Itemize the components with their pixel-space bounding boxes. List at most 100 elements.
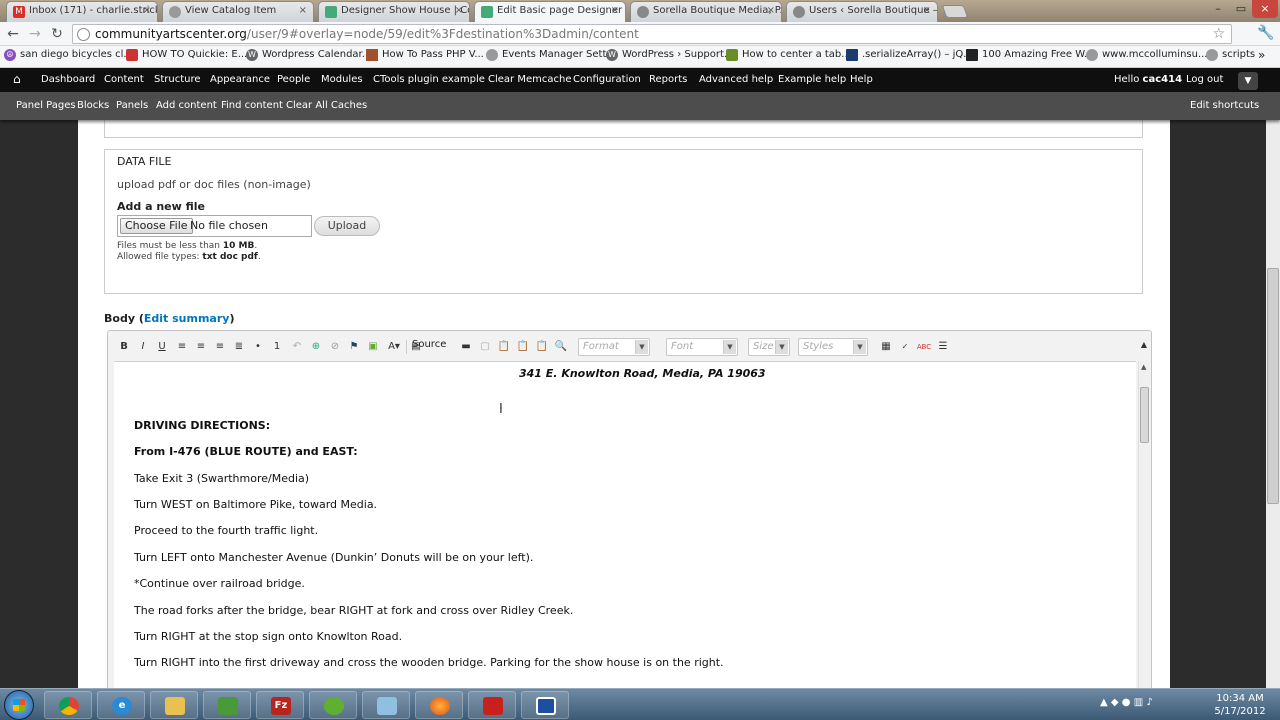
find-icon[interactable]: 🔍 xyxy=(553,339,569,355)
admin-menu-modules[interactable]: Modules xyxy=(321,74,363,85)
admin-menu-ctools[interactable]: CTools plugin example xyxy=(373,74,485,85)
admin-menu-content[interactable]: Content xyxy=(104,74,144,85)
username[interactable]: cac414 xyxy=(1143,74,1182,85)
forward-arrow-icon[interactable]: → xyxy=(26,25,44,43)
taskbar-filezilla[interactable]: Fz xyxy=(256,691,304,719)
text-color-icon[interactable]: A▾ xyxy=(384,339,404,355)
shortcut-find-content[interactable]: Find content xyxy=(221,100,283,111)
numbered-list-icon[interactable]: 1 xyxy=(269,339,285,355)
size-dropdown[interactable]: Size ▼ xyxy=(748,338,790,356)
shortcut-add-content[interactable]: Add content xyxy=(156,100,217,111)
spellcheck-icon[interactable]: ✓ xyxy=(897,339,913,355)
admin-menu-example-help[interactable]: Example help xyxy=(778,74,846,85)
taskbar-chrome[interactable] xyxy=(44,691,92,719)
choose-file-button[interactable]: Choose File xyxy=(120,218,193,234)
scroll-up-icon[interactable]: ▲ xyxy=(1141,363,1146,371)
edit-summary-link[interactable]: Edit summary xyxy=(144,312,230,325)
admin-menu-clear-memcache[interactable]: Clear Memcache xyxy=(488,74,571,85)
bookmark-item[interactable]: 100 Amazing Free W... xyxy=(966,49,1094,61)
bookmark-item[interactable]: HOW TO Quickie: E... xyxy=(126,49,247,61)
clock[interactable]: 10:34 AM 5/17/2012 xyxy=(1212,692,1268,718)
bookmark-star-icon[interactable]: ☆ xyxy=(1212,26,1225,42)
admin-menu-help[interactable]: Help xyxy=(850,74,873,85)
align-justify-icon[interactable]: ≣ xyxy=(231,339,247,355)
tab-gmail-inbox[interactable]: M Inbox (171) - charlie.strickl × xyxy=(6,1,158,22)
tab-edit-basic-page[interactable]: Edit Basic page Designer Sh × xyxy=(474,1,626,22)
editor-scroll-thumb[interactable] xyxy=(1140,387,1149,443)
bulleted-list-icon[interactable]: • xyxy=(250,339,266,355)
image-icon[interactable]: ▣ xyxy=(365,339,381,355)
horizontal-rule-icon[interactable]: ▬ xyxy=(458,339,474,355)
bookmark-item[interactable]: W Wordpress Calendar... xyxy=(246,49,371,61)
link-icon[interactable]: ⊕ xyxy=(308,339,324,355)
paste-word-icon[interactable]: 📋 xyxy=(534,339,550,355)
admin-menu-people[interactable]: People xyxy=(277,74,310,85)
source-button[interactable]: Source xyxy=(412,339,446,350)
bookmark-item[interactable]: www.mccolluminsu... xyxy=(1086,49,1208,61)
collapse-toolbar-icon[interactable]: ▲ xyxy=(1141,340,1147,349)
close-icon[interactable]: × xyxy=(299,5,307,16)
page-break-icon[interactable]: ☰ xyxy=(935,339,951,355)
edit-shortcuts-link[interactable]: Edit shortcuts xyxy=(1190,100,1259,111)
admin-menu-dashboard[interactable]: Dashboard xyxy=(41,74,95,85)
cut-icon[interactable]: ▢ xyxy=(477,339,493,355)
taskbar-spotify[interactable] xyxy=(309,691,357,719)
page-scroll-thumb[interactable] xyxy=(1267,268,1279,504)
bookmark-item[interactable]: ☮ san diego bicycles cl... xyxy=(4,49,133,61)
taskbar-firefox[interactable] xyxy=(415,691,463,719)
minimize-icon[interactable]: – xyxy=(1206,0,1230,18)
new-tab-button[interactable] xyxy=(941,5,969,18)
paste-icon[interactable]: 📋 xyxy=(496,339,512,355)
start-button[interactable] xyxy=(4,690,34,720)
tab-designer-show-house[interactable]: Designer Show House | Co × xyxy=(318,1,470,22)
format-dropdown[interactable]: Format ▼ xyxy=(578,338,650,356)
close-window-icon[interactable]: × xyxy=(1252,0,1278,18)
volume-icon[interactable]: ♪ xyxy=(1146,697,1152,708)
anchor-flag-icon[interactable]: ⚑ xyxy=(346,339,362,355)
shortcut-panels[interactable]: Panels xyxy=(116,100,148,111)
taskbar-active-app[interactable] xyxy=(521,691,569,719)
home-icon[interactable]: ⌂ xyxy=(13,73,27,86)
tab-view-catalog-item[interactable]: View Catalog Item × xyxy=(162,1,314,22)
align-right-icon[interactable]: ≡ xyxy=(212,339,228,355)
admin-menu-appearance[interactable]: Appearance xyxy=(210,74,270,85)
close-icon[interactable]: × xyxy=(767,5,775,16)
toggle-shortcuts-icon[interactable]: ▼ xyxy=(1238,72,1258,90)
maximize-icon[interactable]: ▭ xyxy=(1230,0,1252,18)
taskbar-ie[interactable]: e xyxy=(97,691,145,719)
align-left-icon[interactable]: ≡ xyxy=(174,339,190,355)
spellcheck-abc-icon[interactable]: ABC xyxy=(916,339,932,355)
admin-menu-reports[interactable]: Reports xyxy=(649,74,687,85)
url-text[interactable]: communityartscenter.org/user/9#overlay=n… xyxy=(95,27,639,41)
upload-button[interactable]: Upload xyxy=(314,216,380,236)
editor-content-area[interactable]: 341 E. Knowlton Road, Media, PA 19063 I … xyxy=(114,361,1136,688)
network-icon[interactable]: ▥ xyxy=(1134,697,1143,708)
wrench-menu-icon[interactable]: 🔧 xyxy=(1257,25,1274,41)
taskbar-app[interactable] xyxy=(362,691,410,719)
font-dropdown[interactable]: Font ▼ xyxy=(666,338,738,356)
bookmark-item[interactable]: How To Pass PHP V... xyxy=(366,49,484,61)
file-input[interactable]: Choose File No file chosen xyxy=(117,215,312,237)
admin-menu-advanced-help[interactable]: Advanced help xyxy=(699,74,773,85)
undo-icon[interactable]: ↶ xyxy=(289,339,305,355)
page-scrollbar[interactable] xyxy=(1266,120,1280,688)
underline-icon[interactable]: U xyxy=(154,339,170,355)
admin-menu-structure[interactable]: Structure xyxy=(154,74,201,85)
paste-text-icon[interactable]: 📋 xyxy=(515,339,531,355)
align-center-icon[interactable]: ≡ xyxy=(193,339,209,355)
taskbar-spreadsheet[interactable] xyxy=(203,691,251,719)
tray-app-icon[interactable]: ◆ xyxy=(1111,697,1119,708)
page-info-icon[interactable] xyxy=(77,28,90,41)
table-icon[interactable]: ▦ xyxy=(878,339,894,355)
tray-app-icon[interactable]: ● xyxy=(1122,697,1131,708)
editor-scrollbar[interactable]: ▲ xyxy=(1138,361,1150,688)
shortcut-clear-caches[interactable]: Clear All Caches xyxy=(286,100,367,111)
bold-icon[interactable]: B xyxy=(116,339,132,355)
bookmark-item[interactable]: W WordPress › Support... xyxy=(606,49,733,61)
back-arrow-icon[interactable]: ← xyxy=(4,25,22,43)
close-icon[interactable]: × xyxy=(923,5,931,16)
shortcut-panel-pages[interactable]: Panel Pages xyxy=(16,100,76,111)
taskbar-acrobat[interactable] xyxy=(468,691,516,719)
taskbar-explorer[interactable] xyxy=(150,691,198,719)
tab-sorella-boutique[interactable]: Sorella Boutique Media, PA × xyxy=(630,1,782,22)
